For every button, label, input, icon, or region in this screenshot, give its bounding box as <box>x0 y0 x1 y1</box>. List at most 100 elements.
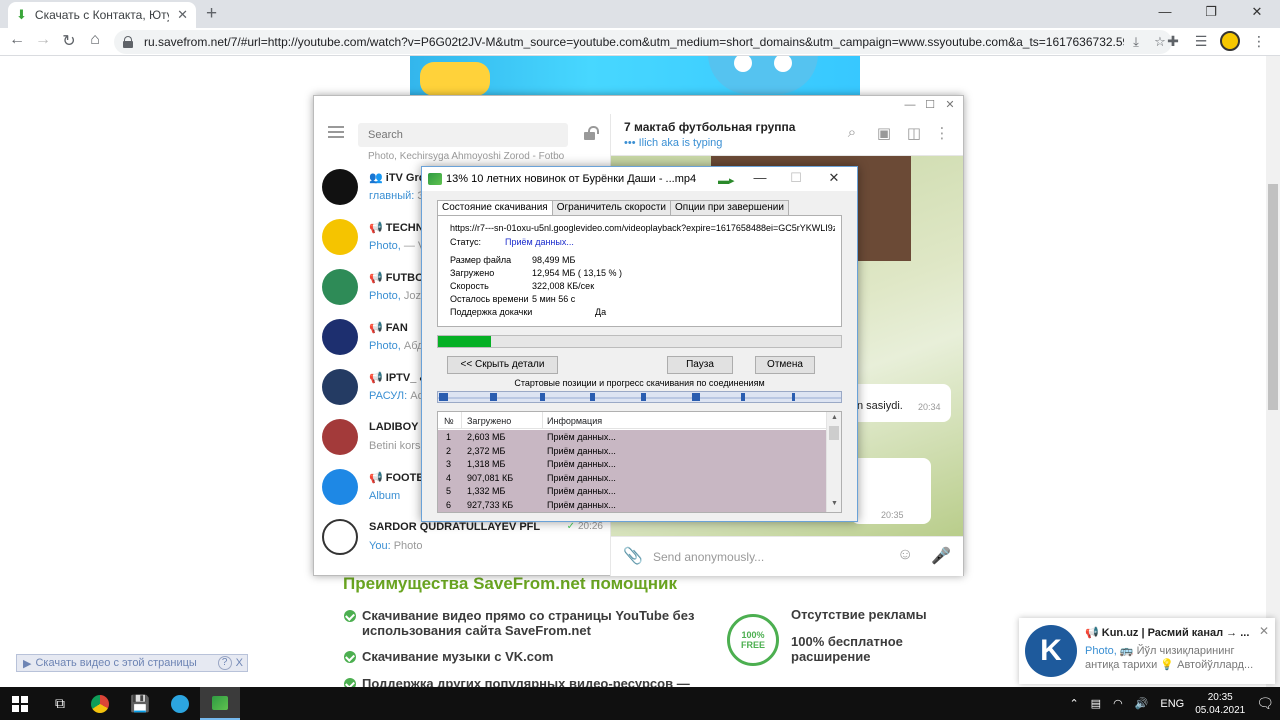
unlock-icon[interactable] <box>584 126 599 140</box>
message-input[interactable]: Send anonymously... <box>653 550 764 564</box>
language-indicator[interactable]: ENG <box>1160 698 1184 710</box>
wifi-icon[interactable]: ◠ <box>1113 697 1123 710</box>
table-row[interactable]: 5 1,332 МБ Приём данных... <box>438 484 826 498</box>
close-icon[interactable]: X <box>236 657 243 669</box>
clock[interactable]: 20:35 05.04.2021 <box>1190 691 1250 717</box>
back-icon[interactable]: ← <box>6 31 28 49</box>
chat-title[interactable]: 7 мактаб футбольная группа <box>624 120 795 134</box>
more-icon[interactable]: ⋮ <box>933 124 951 142</box>
new-tab-button[interactable]: + <box>206 3 217 25</box>
tab-speed-limiter[interactable]: Ограничитель скорости <box>551 200 672 216</box>
restore-icon[interactable]: ❐ <box>1188 0 1234 28</box>
address-bar[interactable]: ru.savefrom.net/7/#url=http://youtube.co… <box>114 30 1172 54</box>
banner-eye <box>734 56 752 72</box>
search-icon[interactable]: ⌕ <box>843 124 861 141</box>
forward-icon[interactable]: → <box>32 31 54 49</box>
cell-number: 5 <box>446 486 452 496</box>
file-size-value: 98,499 МБ <box>532 255 576 265</box>
chrome-taskbar-icon[interactable] <box>80 687 120 720</box>
attach-icon[interactable]: 📎 <box>623 546 643 566</box>
check-icon <box>344 610 356 622</box>
chat-preview-partial: Photo, Kechirsyga Ahmoyoshi Zorod - Fotb… <box>368 151 565 162</box>
extensions-icon[interactable]: ✚ <box>1164 33 1182 50</box>
url-text[interactable]: ru.savefrom.net/7/#url=http://youtube.co… <box>144 35 1124 49</box>
profile-avatar[interactable] <box>1220 31 1240 51</box>
chat-preview: Photo <box>393 540 423 552</box>
volume-icon[interactable]: 🔊 <box>1135 697 1149 710</box>
notification-center-icon[interactable]: 🗨 <box>1256 695 1274 712</box>
megaphone-icon: 📢 <box>369 272 386 284</box>
chat-preview-sender: Album <box>369 490 401 502</box>
close-window-icon[interactable]: ✕ <box>1234 0 1280 28</box>
table-row[interactable]: 2 2,372 МБ Приём данных... <box>438 444 826 458</box>
column-header-downloaded[interactable]: Загружено <box>467 416 511 426</box>
feature-text: Поддержка других популярных видео-ресурс… <box>362 676 690 687</box>
pause-button[interactable]: Пауза <box>667 356 733 374</box>
lock-icon[interactable] <box>122 36 134 48</box>
connection-segment <box>490 393 497 401</box>
megaphone-icon: 📢 <box>369 222 386 234</box>
voice-chat-icon[interactable]: ▣ <box>875 124 893 142</box>
feature-text: Скачивание видео прямо со страницы YouTu… <box>362 608 695 638</box>
browser-tab[interactable]: ⬇ Скачать с Контакта, Ютуб, Одно ✕ <box>8 2 196 28</box>
scroll-up-icon[interactable]: ▲ <box>827 414 841 421</box>
download-page-icon[interactable]: ⤓ <box>1124 34 1148 50</box>
savefrom-download-button[interactable]: ▶ Скачать видео с этой страницы ? X <box>16 654 248 672</box>
message-bubble[interactable]: n sasiydi. 20:34 <box>851 384 951 422</box>
sidebar-toggle-icon[interactable]: ◫ <box>905 124 923 142</box>
column-header-info[interactable]: Информация <box>547 416 602 426</box>
search-input[interactable] <box>358 123 568 147</box>
table-scrollbar[interactable]: ▲ ▼ <box>826 412 841 512</box>
status-value: Приём данных... <box>505 237 574 247</box>
help-icon[interactable]: ? <box>217 656 232 670</box>
banner-car <box>708 56 818 94</box>
home-icon[interactable]: ⌂ <box>84 31 106 49</box>
connection-segment <box>439 393 448 401</box>
maximize-icon[interactable]: ☐ <box>921 96 939 114</box>
cancel-button[interactable]: Отмена <box>755 356 815 374</box>
menu-kebab-icon[interactable]: ⋮ <box>1250 33 1268 50</box>
scrollbar-thumb[interactable] <box>829 426 839 440</box>
message-bubble[interactable]: 20:35 <box>851 458 931 524</box>
column-header-number[interactable]: № <box>444 416 454 426</box>
downloaded-label: Загружено <box>450 268 495 278</box>
avatar <box>322 419 358 455</box>
table-row[interactable]: 6 927,733 КБ Приём данных... <box>438 498 826 512</box>
feature-item: Скачивание музыки с VK.com <box>344 649 554 664</box>
close-icon[interactable]: ✕ <box>1259 624 1269 638</box>
table-row[interactable]: 4 907,081 КБ Приём данных... <box>438 471 826 485</box>
maximize-icon[interactable]: ☐ <box>782 170 810 186</box>
task-view-icon[interactable]: ⧉ <box>40 687 80 720</box>
telegram-taskbar-icon[interactable] <box>160 687 200 720</box>
network-icon[interactable]: ▤ <box>1091 697 1101 710</box>
scroll-down-icon[interactable]: ▼ <box>827 500 841 507</box>
minimize-icon[interactable]: — <box>746 170 774 185</box>
close-tab-icon[interactable]: ✕ <box>177 7 188 23</box>
start-button[interactable] <box>0 687 40 720</box>
hide-details-button[interactable]: << Скрыть детали <box>447 356 558 374</box>
notification-title: Kun.uz | Расмий канал → ... <box>1101 627 1250 639</box>
group-icon: 👥 <box>369 172 386 184</box>
reading-list-icon[interactable]: ☰ <box>1192 33 1210 50</box>
chevron-up-icon[interactable]: ⌃ <box>1069 697 1078 710</box>
minimize-icon[interactable]: — <box>901 96 919 114</box>
page-scrollbar[interactable] <box>1266 56 1280 687</box>
download-manager-taskbar-icon[interactable] <box>200 687 240 720</box>
cell-info: Приём данных... <box>547 472 616 483</box>
resume-value: Да <box>595 307 607 317</box>
connections-progress-bar <box>437 391 842 403</box>
reload-icon[interactable]: ↻ <box>58 31 80 51</box>
telegram-titlebar: — ☐ ✕ <box>314 96 963 114</box>
microphone-icon[interactable]: 🎤 <box>931 546 951 566</box>
tab-completion-options[interactable]: Опции при завершении <box>670 200 789 216</box>
minimize-icon[interactable]: — <box>1142 0 1188 28</box>
telegram-notification[interactable]: K 📢 Kun.uz | Расмий канал → ... Photo, 🚌… <box>1019 618 1275 684</box>
table-row[interactable]: 1 2,603 МБ Приём данных... <box>438 430 826 444</box>
scrollbar-thumb[interactable] <box>1268 184 1278 410</box>
close-icon[interactable]: ✕ <box>820 170 848 186</box>
menu-icon[interactable] <box>328 126 344 138</box>
emoji-icon[interactable]: ☺ <box>897 546 913 564</box>
close-icon[interactable]: ✕ <box>941 96 959 114</box>
table-row[interactable]: 3 1,318 МБ Приём данных... <box>438 457 826 471</box>
save-disk-icon[interactable]: 💾 <box>120 687 160 720</box>
